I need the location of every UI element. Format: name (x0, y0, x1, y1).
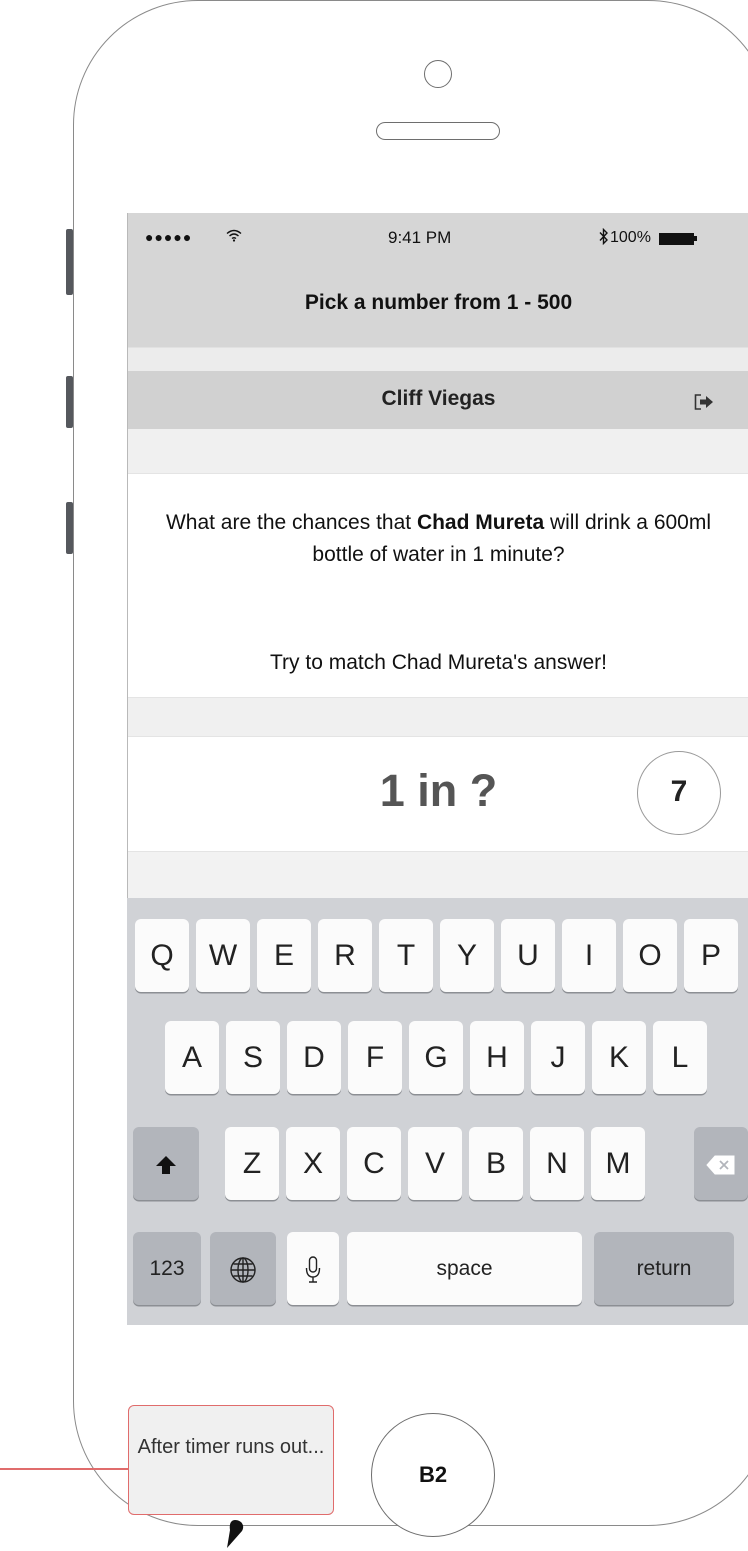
logout-icon[interactable] (693, 393, 715, 411)
shift-icon (156, 1156, 176, 1175)
speaker-grille (376, 122, 500, 140)
key-i[interactable]: I (562, 919, 616, 992)
question-hint: Try to match Chad Mureta's answer! (269, 651, 607, 674)
globe-icon (230, 1257, 256, 1283)
user-name: Cliff Viegas (381, 387, 496, 410)
key-r[interactable]: R (318, 919, 372, 992)
key-q[interactable]: Q (135, 919, 189, 992)
divider-band (128, 347, 748, 372)
key-j[interactable]: J (531, 1021, 585, 1094)
wifi-icon (226, 229, 242, 242)
space-key[interactable]: space (347, 1232, 582, 1305)
key-m[interactable]: M (591, 1127, 645, 1200)
signal-strength: ●●●●● (145, 229, 193, 245)
key-z[interactable]: Z (225, 1127, 279, 1200)
question-prefix: What are the chances that (165, 511, 417, 534)
battery-tip (694, 236, 697, 241)
key-l[interactable]: L (653, 1021, 707, 1094)
shift-key[interactable] (133, 1127, 199, 1200)
key-f[interactable]: F (348, 1021, 402, 1094)
screen-badge: B2 (371, 1413, 495, 1537)
annotation-note: After timer runs out... (128, 1405, 334, 1515)
annotation-connector (0, 1468, 128, 1470)
status-time: 9:41 PM (388, 228, 452, 247)
key-x[interactable]: X (286, 1127, 340, 1200)
microphone-key[interactable] (287, 1232, 339, 1305)
key-b[interactable]: B (469, 1127, 523, 1200)
keyboard-area: Q W E R T Y U I O P A S D F G H J K L Z X C V B N M 123 space return (127, 898, 748, 1325)
return-key[interactable]: return (594, 1232, 734, 1305)
side-button-mute (66, 229, 73, 295)
bluetooth-icon (599, 228, 608, 245)
numbers-key[interactable]: 123 (133, 1232, 201, 1305)
key-c[interactable]: C (347, 1127, 401, 1200)
status-bar: ●●●●● 9:41 PM 100% (128, 213, 748, 267)
key-s[interactable]: S (226, 1021, 280, 1094)
key-k[interactable]: K (592, 1021, 646, 1094)
key-o[interactable]: O (623, 919, 677, 992)
key-y[interactable]: Y (440, 919, 494, 992)
countdown-timer: 7 (637, 751, 721, 835)
camera-icon (424, 60, 452, 88)
question-text: What are the chances that Chad Mureta wi… (142, 507, 735, 571)
phone-screen: ●●●●● 9:41 PM 100% Pick a number from 1 … (127, 213, 748, 1003)
key-a[interactable]: A (165, 1021, 219, 1094)
key-h[interactable]: H (470, 1021, 524, 1094)
battery-icon (659, 233, 694, 245)
key-u[interactable]: U (501, 919, 555, 992)
globe-key[interactable] (210, 1232, 276, 1305)
side-button-volume-up (66, 376, 73, 428)
page-title: Pick a number from 1 - 500 (304, 291, 573, 314)
delete-key[interactable] (694, 1127, 748, 1200)
key-e[interactable]: E (257, 919, 311, 992)
key-d[interactable]: D (287, 1021, 341, 1094)
battery-percent: 100% (610, 229, 651, 246)
question-person: Chad Mureta (416, 511, 545, 534)
key-w[interactable]: W (196, 919, 250, 992)
side-button-volume-down (66, 502, 73, 554)
key-p[interactable]: P (684, 919, 738, 992)
key-t[interactable]: T (379, 919, 433, 992)
key-n[interactable]: N (530, 1127, 584, 1200)
key-g[interactable]: G (409, 1021, 463, 1094)
map-pin-icon (227, 1520, 244, 1548)
spacer (128, 429, 748, 473)
spacer (128, 698, 748, 736)
key-v[interactable]: V (408, 1127, 462, 1200)
microphone-icon (305, 1256, 321, 1283)
backspace-icon (706, 1155, 735, 1175)
